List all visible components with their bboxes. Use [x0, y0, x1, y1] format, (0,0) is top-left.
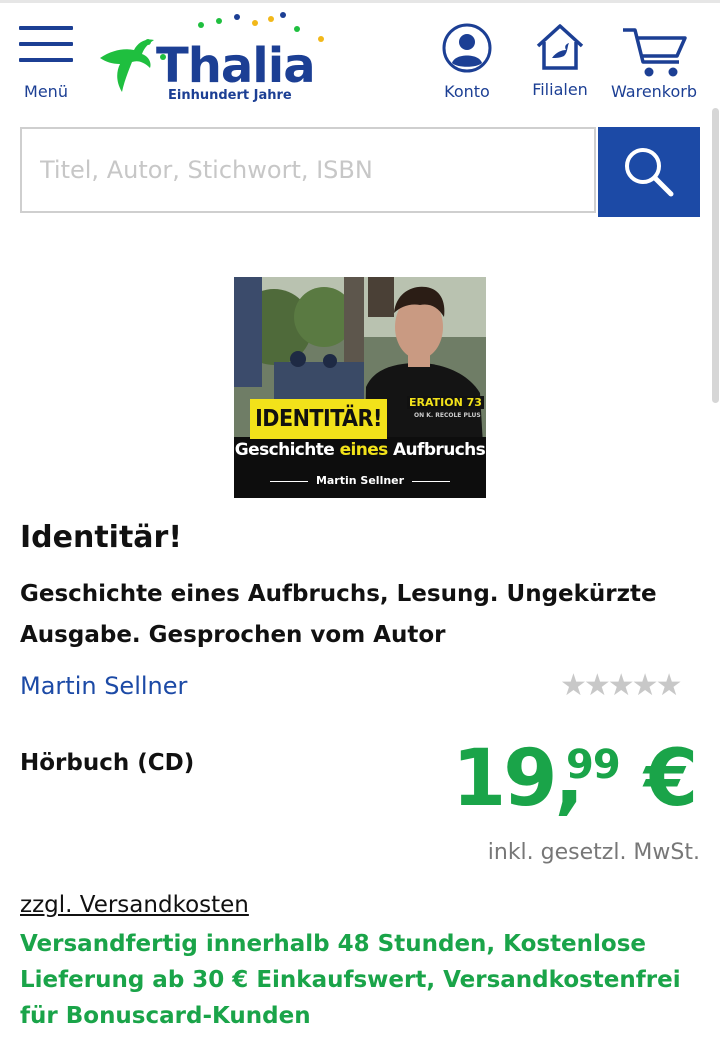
menu-label: Menü — [24, 82, 68, 101]
stores-label: Filialen — [532, 80, 588, 99]
product-subtitle: Geschichte eines Aufbruchs, Lesung. Unge… — [20, 581, 657, 648]
logo-subtitle: Einhundert Jahre — [168, 88, 292, 103]
top-border — [0, 0, 720, 3]
rating-stars[interactable]: ★★★★★ — [560, 668, 682, 703]
thalia-logo[interactable]: Thalia Einhundert Jahre — [98, 12, 338, 108]
store-house-icon — [536, 24, 584, 70]
hamburger-icon — [19, 24, 73, 62]
cover-shirt-subtext: ON K. RECOLE PLUS — [414, 412, 481, 419]
cover-title: IDENTITÄR! — [250, 399, 387, 439]
menu-button[interactable]: Menü — [18, 24, 74, 101]
price-euros: 19, — [452, 734, 584, 824]
user-icon — [442, 23, 492, 73]
cart-icon — [623, 28, 687, 77]
product-price: 19, 99 € — [452, 730, 702, 830]
search-icon — [625, 148, 674, 197]
logo-figure-icon — [100, 39, 154, 92]
product-title: Identitär! — [20, 520, 183, 555]
stores-button[interactable]: Filialen — [526, 22, 594, 99]
logo-wordmark: Thalia — [156, 38, 316, 94]
scrollbar[interactable] — [712, 108, 719, 403]
product-cover-image[interactable]: IDENTITÄR! ERATION 73 ON K. RECOLE PLUS … — [234, 277, 486, 498]
cart-label: Warenkorb — [610, 82, 698, 101]
cover-subtitle: Geschichte eines Aufbruchs — [234, 440, 486, 460]
shipping-costs-link[interactable]: zzgl. Versandkosten — [20, 892, 249, 918]
delivery-info: Versandfertig innerhalb 48 Stunden, Kost… — [20, 931, 681, 1029]
tax-note: inkl. gesetzl. MwSt. — [487, 840, 700, 865]
search-input[interactable] — [20, 127, 596, 213]
product-format: Hörbuch (CD) — [20, 750, 195, 776]
account-button[interactable]: Konto — [436, 22, 498, 101]
cover-author: Martin Sellner — [234, 474, 486, 487]
author-link[interactable]: Martin Sellner — [20, 672, 187, 700]
cover-shirt-text: ERATION 73 — [407, 396, 484, 409]
search-bar — [20, 127, 700, 217]
account-label: Konto — [444, 82, 490, 101]
cart-button[interactable]: Warenkorb — [606, 26, 702, 101]
price-cents: 99 — [566, 742, 621, 788]
cover-photo — [234, 277, 486, 498]
search-button[interactable] — [598, 127, 700, 217]
price-currency: € — [644, 734, 699, 824]
